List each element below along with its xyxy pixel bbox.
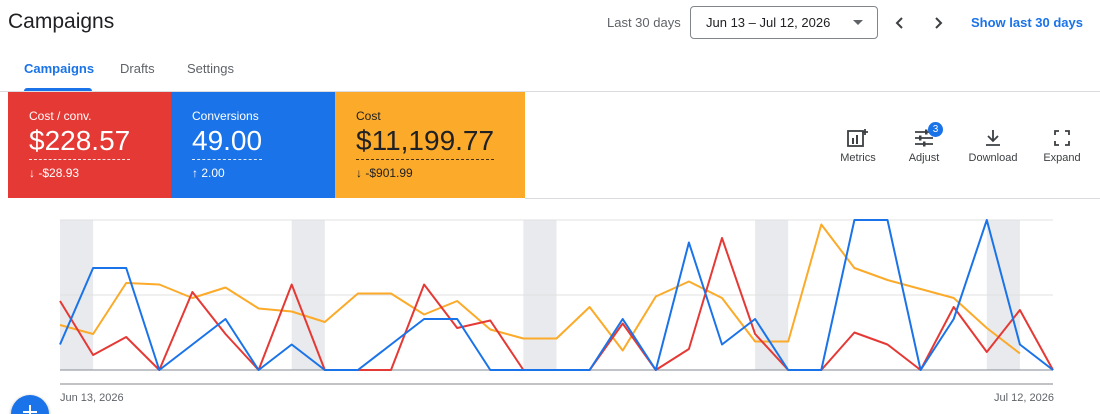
show-last-30-days-link[interactable]: Show last 30 days	[971, 15, 1083, 30]
metric-delta-value: -$901.99	[365, 166, 413, 180]
adjust-button[interactable]: 3 Adjust	[896, 122, 952, 164]
date-range-value: Jun 13 – Jul 12, 2026	[706, 15, 831, 30]
arrow-down-icon: ↓	[29, 166, 35, 180]
page-title: Campaigns	[8, 10, 115, 33]
caret-down-icon	[853, 20, 863, 25]
tab-campaigns[interactable]: Campaigns	[24, 61, 94, 76]
metrics-button[interactable]: Metrics	[830, 128, 886, 164]
metric-value: $11,199.77	[356, 125, 495, 160]
metric-label: Conversions	[192, 109, 259, 123]
metric-label: Cost	[356, 109, 381, 123]
metric-card-cost[interactable]: Cost $11,199.77 ↓ -$901.99	[335, 92, 525, 198]
download-icon	[986, 130, 1000, 146]
fullscreen-icon	[1054, 130, 1070, 146]
date-range-picker[interactable]: Jun 13 – Jul 12, 2026	[690, 6, 878, 39]
chevron-left-icon	[895, 17, 903, 29]
x-axis-end-label: Jul 12, 2026	[994, 392, 1054, 404]
tool-label: Expand	[1043, 152, 1081, 164]
x-axis-start-label: Jun 13, 2026	[60, 392, 124, 404]
download-button[interactable]: Download	[965, 128, 1021, 164]
line-chart	[59, 219, 1054, 385]
active-tab-indicator	[24, 88, 92, 91]
metric-value: 49.00	[192, 125, 263, 160]
tool-label: Adjust	[908, 152, 940, 164]
metric-card-cost-per-conv[interactable]: Cost / conv. $228.57 ↓ -$28.93	[8, 92, 171, 198]
tool-label: Metrics	[840, 152, 876, 164]
adjust-count-badge: 3	[928, 122, 943, 137]
previous-period-button[interactable]	[887, 10, 913, 36]
metric-label: Cost / conv.	[29, 109, 92, 123]
chevron-right-icon	[935, 17, 943, 29]
tab-settings[interactable]: Settings	[187, 61, 234, 76]
metric-delta: ↓ -$901.99	[356, 166, 525, 180]
next-period-button[interactable]	[925, 10, 951, 36]
metric-value: $228.57	[29, 125, 131, 160]
metric-delta-value: -$28.93	[38, 166, 80, 180]
metric-delta-value: 2.00	[201, 166, 225, 180]
range-label: Last 30 days	[607, 15, 681, 30]
tool-label: Download	[968, 152, 1018, 164]
arrow-down-icon: ↓	[356, 166, 362, 180]
arrow-up-icon: ↑	[192, 166, 198, 180]
tab-drafts[interactable]: Drafts	[120, 61, 155, 76]
performance-chart: Jun 13, 2026 Jul 12, 2026	[0, 199, 1100, 414]
metric-card-conversions[interactable]: Conversions 49.00 ↑ 2.00	[171, 92, 335, 198]
tab-bar: Campaigns Drafts Settings	[0, 50, 1100, 92]
metric-delta: ↓ -$28.93	[29, 166, 171, 180]
top-bar: Campaigns Last 30 days Jun 13 – Jul 12, …	[0, 0, 1100, 50]
expand-button[interactable]: Expand	[1034, 128, 1090, 164]
bar-chart-add-icon	[847, 129, 868, 147]
metric-delta: ↑ 2.00	[192, 166, 335, 180]
